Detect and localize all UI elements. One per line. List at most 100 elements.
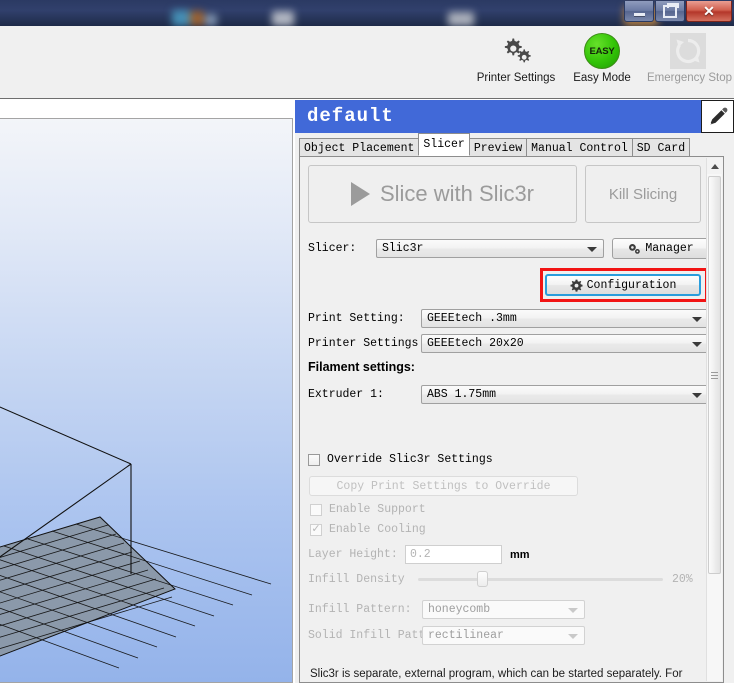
tab-label: Preview bbox=[473, 142, 523, 155]
scroll-thumb[interactable] bbox=[708, 176, 721, 574]
easy-badge-icon: EASY bbox=[561, 32, 643, 70]
chevron-down-icon bbox=[568, 633, 578, 639]
print-setting-select[interactable]: GEEEtech .3mm bbox=[421, 309, 709, 328]
tab-preview[interactable]: Preview bbox=[468, 138, 528, 158]
extruder1-label: Extruder 1: bbox=[308, 388, 384, 401]
manager-button[interactable]: Manager bbox=[612, 238, 710, 259]
filament-settings-header: Filament settings: bbox=[308, 360, 415, 374]
chevron-down-icon bbox=[692, 392, 702, 398]
printer-settings-label: Printer Settings: bbox=[308, 337, 426, 350]
solid-infill-pattern-row: Solid Infill Patter rectilinear bbox=[308, 626, 585, 645]
infill-pattern-label: Infill Pattern: bbox=[308, 603, 412, 616]
kill-slicing-button[interactable]: Kill Slicing bbox=[585, 165, 701, 223]
emergency-stop-icon bbox=[647, 32, 729, 70]
vertical-scrollbar[interactable] bbox=[706, 158, 723, 681]
toolbar-label-emergency-stop: Emergency Stop bbox=[647, 72, 733, 84]
slicer-label: Slicer: bbox=[308, 242, 357, 255]
restore-icon bbox=[663, 2, 679, 18]
slicer-select-value: Slic3r bbox=[382, 242, 424, 255]
tab-bar[interactable]: Object Placement Slicer Preview Manual C… bbox=[299, 133, 691, 158]
enable-support-label: Enable Support bbox=[329, 503, 426, 516]
edit-profile-button[interactable] bbox=[701, 100, 734, 133]
pencil-icon bbox=[709, 107, 727, 125]
main-toolbar: Printer Settings EASY Easy Mode Emergenc… bbox=[0, 26, 734, 99]
window-controls[interactable]: ✕ bbox=[623, 1, 732, 23]
checkmark-icon: ✓ bbox=[311, 522, 321, 535]
override-checkbox[interactable] bbox=[308, 453, 320, 466]
viewport-pane bbox=[0, 100, 295, 683]
slice-button[interactable]: Slice with Slic3r bbox=[308, 165, 577, 223]
extruder1-value: ABS 1.75mm bbox=[427, 388, 497, 401]
toolbar-items: Printer Settings EASY Easy Mode Emergenc… bbox=[473, 32, 733, 84]
slider-thumb[interactable] bbox=[477, 571, 488, 587]
printer-settings-value: GEEEtech 20x20 bbox=[427, 337, 524, 350]
extruder1-row: Extruder 1: ABS 1.75mm bbox=[308, 385, 713, 404]
enable-cooling-label: Enable Cooling bbox=[329, 523, 426, 536]
slicer-info-line-1: Slic3r is separate, external program, wh… bbox=[310, 668, 683, 680]
scroll-up-button[interactable] bbox=[707, 158, 723, 174]
chevron-down-icon bbox=[692, 341, 702, 347]
slice-actions-row: Slice with Slic3r Kill Slicing bbox=[308, 165, 701, 223]
tab-label: Object Placement bbox=[304, 142, 415, 155]
profile-name: default bbox=[295, 100, 701, 133]
copy-print-settings-button[interactable]: Copy Print Settings to Override bbox=[309, 476, 578, 496]
filament-settings-header-row: Filament settings: bbox=[308, 360, 415, 374]
infill-pattern-value: honeycomb bbox=[428, 603, 491, 616]
infill-density-row: Infill Density 20% bbox=[308, 571, 713, 587]
toolbar-button-easy-mode[interactable]: EASY Easy Mode bbox=[559, 32, 645, 84]
tab-object-placement[interactable]: Object Placement bbox=[299, 138, 420, 158]
copy-print-settings-label: Copy Print Settings to Override bbox=[336, 479, 551, 493]
tab-label: Slicer bbox=[423, 138, 465, 151]
configuration-button[interactable]: Configuration bbox=[545, 274, 701, 296]
toolbar-button-printer-settings[interactable]: Printer Settings bbox=[473, 32, 559, 84]
toolbar-label-easy-mode: Easy Mode bbox=[573, 72, 631, 84]
close-icon: ✕ bbox=[703, 3, 715, 19]
tab-manual-control[interactable]: Manual Control bbox=[526, 138, 633, 158]
chevron-down-icon bbox=[587, 246, 597, 252]
enable-support-checkbox[interactable] bbox=[310, 503, 322, 516]
override-checkbox-label: Override Slic3r Settings bbox=[327, 453, 493, 466]
close-button[interactable]: ✕ bbox=[686, 1, 732, 22]
configuration-button-label: Configuration bbox=[586, 278, 677, 292]
slicer-select[interactable]: Slic3r bbox=[376, 239, 604, 258]
gear-icon bbox=[570, 279, 583, 292]
profile-title-strip: default bbox=[295, 100, 734, 133]
override-checkbox-row[interactable]: Override Slic3r Settings bbox=[308, 453, 493, 466]
manager-button-label: Manager bbox=[645, 242, 694, 255]
enable-support-row[interactable]: Enable Support bbox=[310, 503, 426, 516]
printer-settings-select[interactable]: GEEEtech 20x20 bbox=[421, 334, 709, 353]
chevron-down-icon bbox=[692, 316, 702, 322]
layer-height-label: Layer Height: bbox=[308, 548, 398, 561]
infill-density-value: 20% bbox=[672, 572, 693, 586]
slicer-tab-panel: Slice with Slic3r Kill Slicing Slicer: S… bbox=[299, 156, 724, 683]
kill-slicing-label: Kill Slicing bbox=[608, 185, 678, 203]
enable-cooling-checkbox[interactable]: ✓ bbox=[310, 522, 322, 536]
solid-infill-pattern-select[interactable]: rectilinear bbox=[422, 626, 585, 645]
easy-mode-badge-text: EASY bbox=[584, 33, 620, 69]
3d-viewport[interactable] bbox=[0, 118, 293, 683]
infill-density-slider[interactable] bbox=[418, 571, 663, 587]
solid-infill-pattern-label: Solid Infill Patter bbox=[308, 629, 422, 642]
slice-button-label: Slice with Slic3r bbox=[379, 181, 535, 206]
infill-density-label: Infill Density bbox=[308, 572, 405, 586]
chevron-down-icon bbox=[568, 607, 578, 613]
solid-infill-pattern-value: rectilinear bbox=[428, 629, 504, 642]
layer-height-row: Layer Height: 0.2 mm bbox=[308, 545, 530, 564]
slicer-row: Slicer: Slic3r Manager bbox=[308, 238, 713, 259]
print-setting-label: Print Setting: bbox=[308, 312, 405, 325]
gears-small-icon bbox=[629, 243, 641, 254]
toolbar-button-emergency-stop[interactable]: Emergency Stop bbox=[645, 32, 733, 84]
copy-print-settings-row: Copy Print Settings to Override bbox=[309, 476, 578, 496]
minimize-button[interactable] bbox=[624, 1, 654, 22]
layer-height-input[interactable]: 0.2 bbox=[405, 545, 502, 564]
tab-label: Manual Control bbox=[531, 142, 628, 155]
tab-sd-card[interactable]: SD Card bbox=[631, 138, 691, 158]
tab-slicer[interactable]: Slicer bbox=[418, 133, 470, 156]
infill-pattern-select[interactable]: honeycomb bbox=[422, 600, 585, 619]
enable-cooling-row[interactable]: ✓ Enable Cooling bbox=[310, 523, 426, 536]
restore-button[interactable] bbox=[655, 1, 685, 22]
layer-height-unit: mm bbox=[510, 548, 530, 561]
extruder1-select[interactable]: ABS 1.75mm bbox=[421, 385, 709, 404]
scroll-up-icon bbox=[711, 163, 719, 169]
scroll-grip-icon bbox=[711, 370, 718, 381]
